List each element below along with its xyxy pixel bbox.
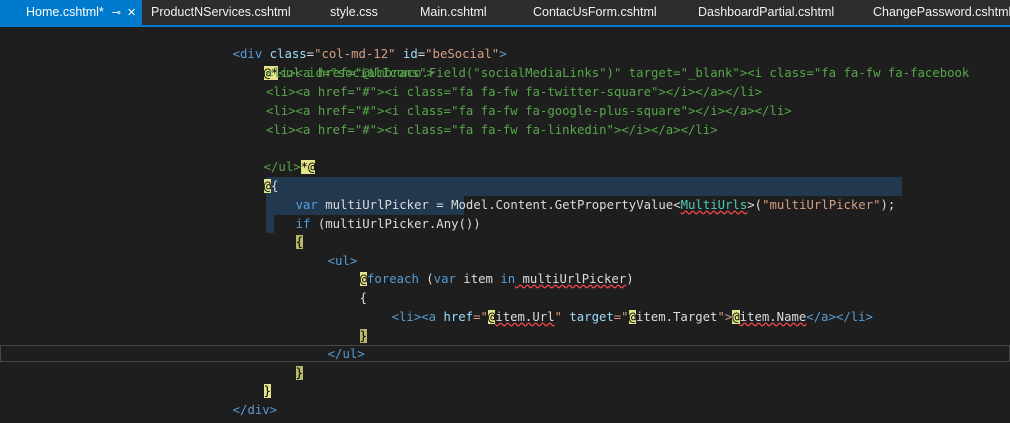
code-line: <li><a href="@Umbraco.Field("socialMedia… xyxy=(266,66,970,80)
code-line: { xyxy=(295,234,304,249)
pin-icon[interactable]: ⊸ xyxy=(112,7,121,19)
code-line: @*<ul id="socialIcons"> xyxy=(263,65,434,80)
code-line: </div> xyxy=(171,401,245,423)
tab-label: style.css xyxy=(330,5,378,19)
code-line: <li><a href="#"><i class="fa fa-fw fa-li… xyxy=(266,123,718,137)
tab-label: Home.cshtml* xyxy=(26,5,104,19)
code-line: </ul> xyxy=(327,346,365,361)
code-line: @foreach (var item in multiUrlPicker) xyxy=(359,271,634,286)
code-line: <li><a href="@item.Url" target="@item.Ta… xyxy=(391,309,873,324)
code-line: var multiUrlPicker = Model.Content.GetPr… xyxy=(295,197,896,212)
tab-label: Main.cshtml xyxy=(420,5,487,19)
code-line: } xyxy=(295,365,304,380)
code-line: <li><a href="#"><i class="fa fa-fw fa-tw… xyxy=(266,85,763,99)
code-line: } xyxy=(263,383,272,398)
tab-label: ProductNServices.cshtml xyxy=(151,5,291,19)
code-line: </div> xyxy=(232,402,278,417)
tab-label: DashboardPartial.cshtml xyxy=(698,5,835,19)
code-line: { xyxy=(359,290,368,305)
code-line: </ul>*@ xyxy=(263,159,316,174)
code-line: <div class="col-md-12" id="beSocial"> xyxy=(232,46,507,61)
tab-changepassword-cshtml[interactable]: ChangePassword.cshtml xyxy=(873,0,1010,25)
tab-label: ChangePassword.cshtml xyxy=(873,5,1010,19)
code-line: } xyxy=(359,328,368,343)
editor-tab-bar: Home.cshtml* ⊸ ✕ ProductNServices.cshtml s… xyxy=(0,0,1010,27)
close-icon[interactable]: ✕ xyxy=(127,7,136,19)
code-line: if (multiUrlPicker.Any()) xyxy=(295,216,481,231)
tab-home-cshtml[interactable]: Home.cshtml* ⊸ ✕ xyxy=(0,0,143,25)
tab-style-css[interactable]: style.css xyxy=(330,0,378,25)
tab-productnservices-cshtml[interactable]: ProductNServices.cshtml xyxy=(151,0,291,25)
tab-main-cshtml[interactable]: Main.cshtml xyxy=(420,0,487,25)
current-line-indicator xyxy=(0,345,1010,362)
code-line: <ul> xyxy=(327,253,358,268)
code-line: @{ xyxy=(263,178,279,193)
tab-dashboardpartial-cshtml[interactable]: DashboardPartial.cshtml xyxy=(698,0,834,25)
tab-contacusform-cshtml[interactable]: ContacUsForm.cshtml xyxy=(533,0,657,25)
tab-label: ContacUsForm.cshtml xyxy=(533,5,657,19)
code-line: <li><a href="#"><i class="fa fa-fw fa-go… xyxy=(266,104,792,118)
code-editor[interactable]: <div class="col-md-12" id="beSocial"> @*… xyxy=(0,27,1010,423)
